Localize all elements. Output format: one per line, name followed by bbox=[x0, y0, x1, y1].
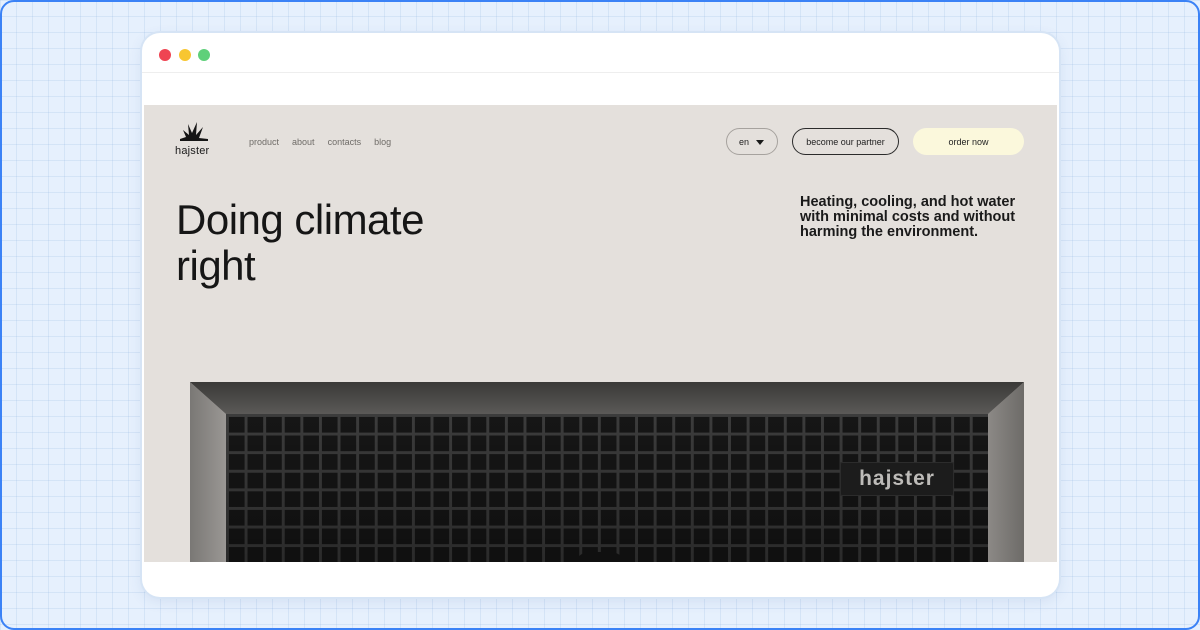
scroll-down-button[interactable] bbox=[575, 552, 625, 562]
brand-name: hajster bbox=[175, 145, 210, 157]
language-value: en bbox=[738, 136, 749, 147]
brand-logo[interactable]: hajster bbox=[175, 121, 215, 161]
order-now-button[interactable]: order now bbox=[913, 128, 1024, 155]
browser-window: hajster product about contacts blog en b… bbox=[142, 33, 1059, 597]
nav-item-blog[interactable]: blog bbox=[374, 137, 391, 147]
nav-item-about[interactable]: about bbox=[292, 137, 315, 147]
product-image: hajster bbox=[190, 382, 1024, 562]
bird-wing-icon bbox=[180, 122, 208, 141]
minimize-window-button[interactable] bbox=[179, 49, 191, 61]
device-bevel-top bbox=[190, 382, 1024, 414]
landing-page: hajster product about contacts blog en b… bbox=[144, 105, 1057, 562]
maximize-window-button[interactable] bbox=[198, 49, 210, 61]
nav-item-contacts[interactable]: contacts bbox=[328, 137, 362, 147]
hero-headline: Doing climate right bbox=[176, 196, 424, 289]
language-selector[interactable]: en bbox=[726, 128, 778, 155]
device-brand-badge: hajster bbox=[840, 462, 954, 496]
close-window-button[interactable] bbox=[159, 49, 171, 61]
chevron-down-icon bbox=[756, 137, 764, 145]
main-nav: product about contacts blog bbox=[249, 137, 391, 147]
hero-subheadline: Heating, cooling, and hot water with min… bbox=[800, 194, 1016, 240]
nav-item-product[interactable]: product bbox=[249, 137, 279, 147]
become-partner-button[interactable]: become our partner bbox=[792, 128, 899, 155]
arrow-down-icon bbox=[595, 561, 605, 562]
window-titlebar bbox=[142, 33, 1059, 73]
